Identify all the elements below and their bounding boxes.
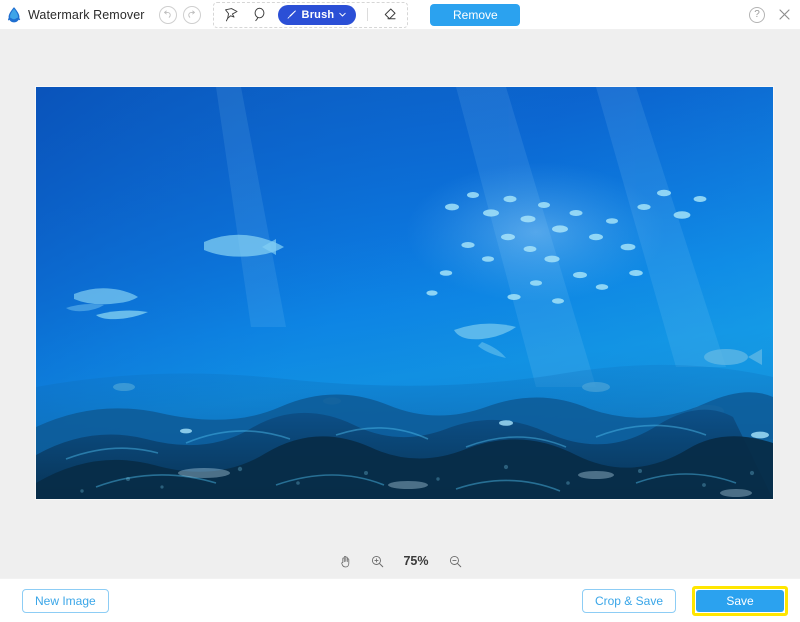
crop-and-save-button[interactable]: Crop & Save <box>582 589 676 613</box>
zoom-level-label: 75% <box>400 554 432 568</box>
polygon-lasso-icon[interactable] <box>219 4 245 26</box>
toolbar-divider <box>367 8 368 21</box>
app-title: Watermark Remover <box>28 8 145 22</box>
redo-arrow-icon[interactable] <box>183 6 201 24</box>
brush-icon <box>285 8 298 21</box>
remove-button[interactable]: Remove <box>430 4 520 26</box>
brush-tool-button[interactable]: Brush <box>278 5 357 25</box>
undo-arrow-icon[interactable] <box>159 6 177 24</box>
tool-group: Brush <box>213 2 409 28</box>
new-image-button[interactable]: New Image <box>22 589 109 613</box>
brand: Watermark Remover <box>0 5 145 25</box>
hand-pan-icon[interactable] <box>336 552 354 570</box>
chevron-down-icon <box>338 10 347 19</box>
source-image[interactable] <box>36 87 773 499</box>
save-button[interactable]: Save <box>696 590 784 612</box>
zoom-controls: 75% <box>0 552 800 570</box>
app-footer: New Image Crop & Save Save <box>0 578 800 622</box>
app-header: Watermark Remover <box>0 0 800 30</box>
zoom-out-icon[interactable] <box>446 552 464 570</box>
window-controls: ? <box>749 0 792 29</box>
brush-tool-label: Brush <box>302 9 335 21</box>
water-drop-logo-icon <box>4 5 24 25</box>
save-button-highlight: Save <box>692 586 788 616</box>
zoom-in-icon[interactable] <box>368 552 386 570</box>
help-icon[interactable]: ? <box>749 7 765 23</box>
eraser-icon[interactable] <box>376 4 402 26</box>
footer-actions: Crop & Save Save <box>582 586 788 616</box>
close-icon[interactable] <box>777 7 792 22</box>
lasso-icon[interactable] <box>247 4 273 26</box>
editor-canvas[interactable]: 75% <box>0 30 800 578</box>
watermark-remover-window: Watermark Remover <box>0 0 800 622</box>
history-controls <box>159 6 201 24</box>
